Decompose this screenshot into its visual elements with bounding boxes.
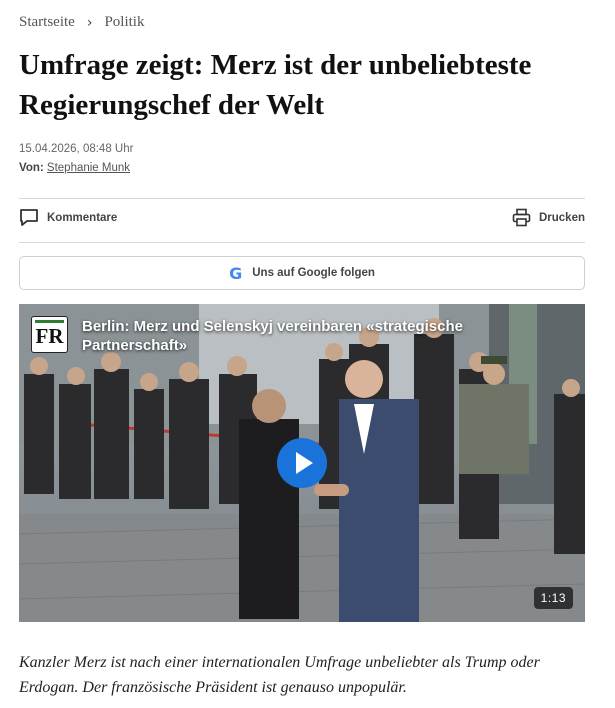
article-lead: Kanzler Merz ist nach einer internationa… [19,654,540,696]
logo-accent-bar [35,320,64,323]
video-player[interactable]: FR Berlin: Merz und Selenskyj vereinbare… [19,304,585,622]
logo-text: FR [35,324,64,348]
fr-logo: FR [32,317,67,352]
article-byline: Von: Stephanie Munk [19,162,130,174]
author-prefix: Von: [19,162,44,174]
google-follow-label: Uns auf Google folgen [252,267,375,279]
article-date: 15.04.2026, 08:48 Uhr [19,143,134,155]
breadcrumb-section-link[interactable]: Politik [104,14,144,31]
article-actions: Kommentare Drucken [19,208,585,232]
speech-bubble-icon [20,209,38,226]
article-title: Umfrage zeigt: Merz ist der unbeliebtest… [19,49,532,121]
breadcrumb: Startseite › Politik [19,14,144,31]
breadcrumb-home-link[interactable]: Startseite [19,14,75,31]
play-icon[interactable] [277,438,327,488]
printer-icon [512,208,531,227]
chevron-right-icon: › [86,14,93,31]
comments-button[interactable]: Kommentare [19,208,117,227]
video-title: Berlin: Merz und Selenskyj vereinbaren «… [82,318,463,354]
divider-bottom [19,242,585,243]
divider-top [19,198,585,199]
google-g-icon: G [229,263,243,283]
video-duration: 1:13 [533,587,573,609]
print-label: Drucken [538,211,585,224]
comments-label: Kommentare [47,211,118,224]
print-button[interactable]: Drucken [512,208,585,227]
author-link[interactable]: Stephanie Munk [47,162,130,174]
google-follow-button[interactable]: G Uns auf Google folgen [19,256,585,290]
